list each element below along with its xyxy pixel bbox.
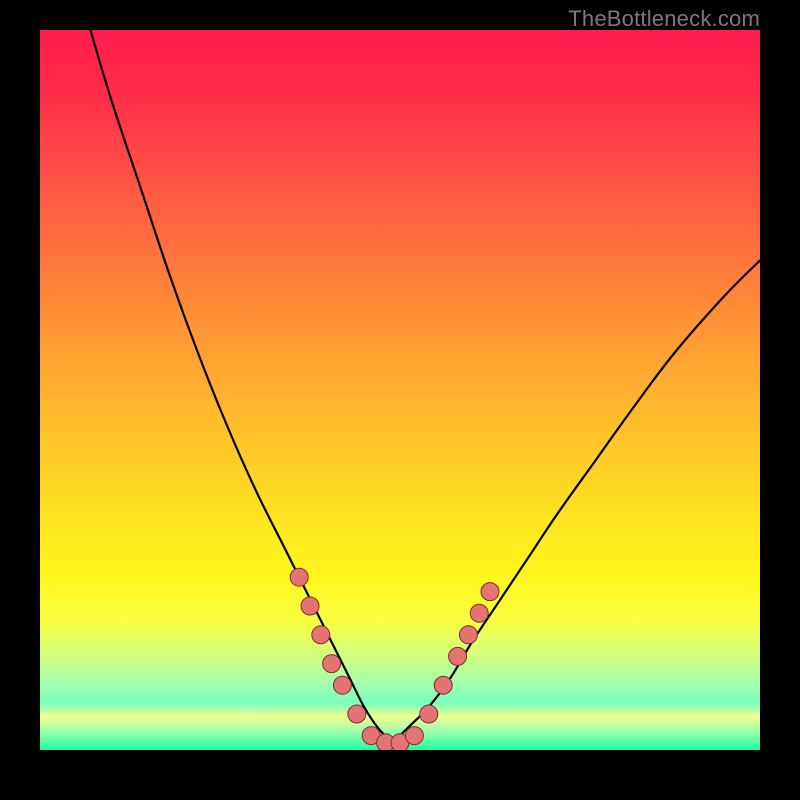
marker-dot: [312, 626, 330, 644]
marker-dot: [301, 597, 319, 615]
curve-group: [90, 30, 760, 743]
chart-frame: [40, 30, 760, 750]
curve-right-curve: [393, 260, 760, 742]
marker-dot: [481, 583, 499, 601]
marker-dot: [459, 626, 477, 644]
marker-dot: [420, 705, 438, 723]
marker-dot: [434, 676, 452, 694]
chart-svg: [40, 30, 760, 750]
marker-dot: [449, 647, 467, 665]
marker-dot: [470, 604, 488, 622]
marker-dot: [405, 727, 423, 745]
marker-dot: [323, 655, 341, 673]
marker-dot: [348, 705, 366, 723]
attribution-label: TheBottleneck.com: [568, 6, 760, 32]
dot-group: [290, 568, 499, 750]
marker-dot: [333, 676, 351, 694]
curve-left-curve: [90, 30, 392, 743]
marker-dot: [290, 568, 308, 586]
